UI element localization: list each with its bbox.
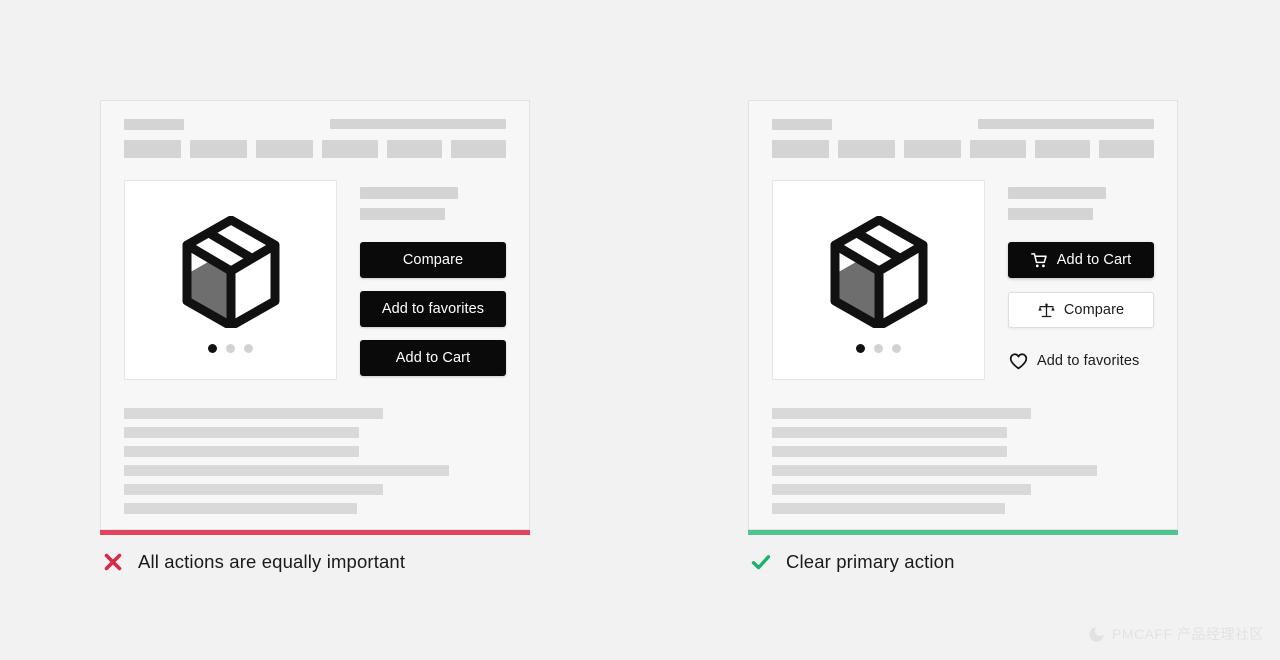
caption-good: Clear primary action xyxy=(748,551,1178,573)
caption-bad: All actions are equally important xyxy=(100,551,530,573)
add-to-favorites-label: Add to favorites xyxy=(1037,353,1140,369)
comparison-stage: Compare Add to favorites Add to Cart All… xyxy=(0,0,1280,660)
gallery-dot-3[interactable] xyxy=(244,343,253,353)
mock-site-header xyxy=(101,101,529,158)
product-subtitle-placeholder xyxy=(1008,208,1093,220)
nav-item-placeholder[interactable] xyxy=(124,140,182,158)
mock-product-page-good: Add to Cart Compare Add to favorites xyxy=(748,100,1178,530)
check-mark-icon xyxy=(750,551,772,573)
watermark: PMCAFF 产品经理社区 xyxy=(1088,624,1264,644)
product-image-gallery xyxy=(772,180,985,380)
nav-item-placeholder[interactable] xyxy=(772,140,830,158)
nav-item-placeholder[interactable] xyxy=(970,140,1026,158)
package-box-icon xyxy=(177,215,285,328)
nav-item-placeholder[interactable] xyxy=(386,140,442,158)
product-image-gallery xyxy=(124,180,337,380)
gallery-dots xyxy=(856,343,901,353)
mock-product-page-bad: Compare Add to favorites Add to Cart xyxy=(100,100,530,530)
mock-nav xyxy=(124,140,507,158)
shopping-cart-icon xyxy=(1030,252,1048,269)
add-to-cart-button[interactable]: Add to Cart xyxy=(360,340,506,376)
nav-item-placeholder[interactable] xyxy=(256,140,314,158)
text-line-placeholder xyxy=(772,503,1005,514)
balance-scales-icon xyxy=(1038,302,1055,319)
heart-outline-icon xyxy=(1009,352,1028,371)
add-to-cart-button[interactable]: Add to Cart xyxy=(1008,242,1154,278)
action-buttons-bad: Compare Add to favorites Add to Cart xyxy=(360,242,506,376)
body-text-placeholder xyxy=(749,380,1177,514)
product-subtitle-placeholder xyxy=(360,208,445,220)
mock-site-header xyxy=(749,101,1177,158)
product-title-placeholder xyxy=(360,187,458,199)
product-details: Add to Cart Compare Add to favorites xyxy=(985,180,1154,380)
logo-placeholder xyxy=(772,118,832,130)
add-to-favorites-button[interactable]: Add to favorites xyxy=(360,291,506,327)
nav-item-placeholder[interactable] xyxy=(322,140,378,158)
gallery-dot-3[interactable] xyxy=(892,343,901,353)
action-buttons-good: Add to Cart Compare Add to favorites xyxy=(1008,242,1154,375)
compare-label: Compare xyxy=(1063,302,1125,318)
nav-item-placeholder[interactable] xyxy=(1034,140,1090,158)
accent-bar-bad xyxy=(100,530,530,535)
gallery-dot-1[interactable] xyxy=(208,343,217,353)
caption-text-good: Clear primary action xyxy=(786,551,955,572)
watermark-text: PMCAFF 产品经理社区 xyxy=(1112,626,1264,642)
nav-item-placeholder[interactable] xyxy=(450,140,507,158)
text-line-placeholder xyxy=(124,465,449,476)
compare-button[interactable]: Compare xyxy=(360,242,506,278)
gallery-dot-1[interactable] xyxy=(856,343,865,353)
example-good: Add to Cart Compare Add to favorites Cle… xyxy=(748,100,1178,573)
text-line-placeholder xyxy=(124,503,357,514)
product-title-placeholder xyxy=(1008,187,1106,199)
gallery-dots xyxy=(208,343,253,353)
search-placeholder xyxy=(978,119,1154,129)
compare-button[interactable]: Compare xyxy=(1008,292,1154,328)
nav-item-placeholder[interactable] xyxy=(1098,140,1155,158)
text-line-placeholder xyxy=(124,427,359,438)
product-section: Compare Add to favorites Add to Cart xyxy=(101,158,529,380)
text-line-placeholder xyxy=(772,465,1097,476)
add-to-cart-label: Add to Cart xyxy=(1056,252,1132,268)
gallery-dot-2[interactable] xyxy=(226,343,235,353)
cross-mark-icon xyxy=(102,551,124,573)
text-line-placeholder xyxy=(772,427,1007,438)
nav-item-placeholder[interactable] xyxy=(838,140,896,158)
text-line-placeholder xyxy=(124,408,383,419)
logo-placeholder xyxy=(124,118,184,130)
pmcaff-logo-icon xyxy=(1088,626,1105,643)
text-line-placeholder xyxy=(124,484,383,495)
add-to-favorites-button[interactable]: Add to favorites xyxy=(1008,347,1154,375)
gallery-dot-2[interactable] xyxy=(874,343,883,353)
example-bad: Compare Add to favorites Add to Cart All… xyxy=(100,100,530,573)
nav-item-placeholder[interactable] xyxy=(190,140,248,158)
product-section: Add to Cart Compare Add to favorites xyxy=(749,158,1177,380)
text-line-placeholder xyxy=(124,446,359,457)
nav-item-placeholder[interactable] xyxy=(904,140,962,158)
mock-nav xyxy=(772,140,1155,158)
product-details: Compare Add to favorites Add to Cart xyxy=(337,180,506,380)
text-line-placeholder xyxy=(772,484,1031,495)
text-line-placeholder xyxy=(772,408,1031,419)
package-box-icon xyxy=(825,215,933,328)
caption-text-bad: All actions are equally important xyxy=(138,551,406,572)
search-placeholder xyxy=(330,119,506,129)
text-line-placeholder xyxy=(772,446,1007,457)
body-text-placeholder xyxy=(101,380,529,514)
accent-bar-good xyxy=(748,530,1178,535)
